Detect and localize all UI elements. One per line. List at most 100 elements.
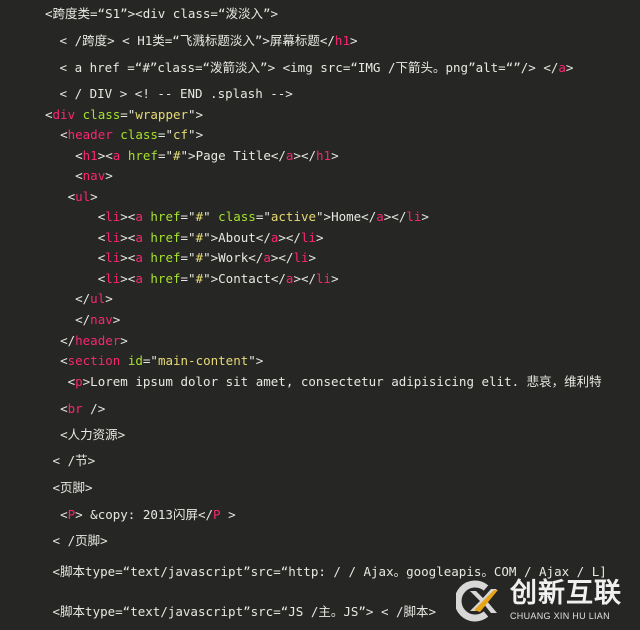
code-line: <p>Lorem ipsum dolor sit amet, consectet… (45, 374, 602, 390)
code-line: <nav> (45, 168, 113, 184)
code-token-txt: < (60, 401, 68, 416)
code-token-attr: href (150, 230, 181, 245)
code-line: <li><a href="#">Work</a></li> (45, 250, 316, 266)
code-token-txt: " (203, 209, 219, 224)
code-line: < / DIV > <! -- END .splash --> (52, 86, 293, 102)
code-token-tag: ul (90, 291, 106, 306)
code-token-tag: a (558, 60, 566, 75)
code-token-tag: div (52, 107, 76, 122)
code-token-tag: a (135, 209, 143, 224)
code-token-txt: </ (75, 312, 91, 327)
code-line: <section id="main-content"> (45, 353, 263, 369)
code-token-txt: ></ (383, 209, 407, 224)
code-token-txt: > (112, 312, 121, 327)
code-token-txt: >< (120, 209, 136, 224)
code-token-txt: /> (82, 401, 106, 416)
code-token-txt: > (331, 271, 339, 286)
code-line: <ul> (45, 189, 98, 205)
code-token-txt: =" (157, 148, 173, 163)
code-token-txt: "> (248, 353, 264, 368)
code-token-txt: <跨度类=“S1”><div class=“泼淡入”> (45, 6, 279, 21)
code-line: <br /> (45, 401, 105, 417)
code-token-txt: </ (75, 291, 91, 306)
code-token-str: # (173, 148, 181, 163)
code-token-tag: li (105, 230, 121, 245)
code-line: <li><a href="#">Contact</a></li> (45, 271, 339, 287)
code-token-txt: >< (120, 250, 136, 265)
code-token-txt: < / DIV > <! -- END .splash --> (59, 86, 293, 101)
code-token-txt: > (308, 250, 317, 265)
code-token-txt: < /页脚> (52, 533, 108, 548)
code-token-txt: < (67, 189, 76, 204)
code-token-txt: <脚本type=“text/javascript”src=“JS /主。JS”>… (52, 604, 437, 619)
code-token-txt: < (60, 127, 68, 142)
code-token-txt: "> (188, 127, 204, 142)
code-token-txt: =" (180, 250, 196, 265)
code-token-txt: > &copy: 2013闪屏</ (75, 507, 214, 522)
code-token-tag: li (300, 230, 317, 245)
code-token-attr: href (127, 148, 158, 163)
code-token-tag: li (105, 271, 121, 286)
code-token-tag: header (67, 127, 113, 142)
code-line: <li><a href="#">About</a></li> (45, 230, 324, 246)
code-token-txt: > (349, 33, 358, 48)
code-token-txt: =" (180, 209, 196, 224)
code-token-tag: br (67, 401, 83, 416)
code-token-txt: < a href =“#”class=“泼箭淡入”> <img src=“IMG… (59, 60, 559, 75)
code-token-attr: class (82, 107, 121, 122)
code-line: </header> (45, 333, 128, 349)
code-token-attr: class (120, 127, 158, 142)
code-token-tag: section (67, 353, 121, 368)
code-token-tag: nav (82, 168, 106, 183)
code-token-txt: ">Home</ (316, 209, 377, 224)
code-token-txt: > (105, 291, 113, 306)
code-token-txt: ">About</ (203, 230, 271, 245)
code-token-str: active (270, 209, 317, 224)
code-token-txt: ></ (293, 271, 317, 286)
code-token-txt: ">Work</ (203, 250, 264, 265)
code-token-txt: > (105, 168, 113, 183)
code-token-txt: < (75, 148, 83, 163)
cx-logo-icon (456, 580, 498, 622)
code-token-tag: li (316, 271, 332, 286)
code-token-txt: </ (60, 333, 76, 348)
code-token-txt: >< (120, 230, 136, 245)
code-token-txt: =" (180, 271, 196, 286)
code-token-txt: > (120, 333, 128, 348)
code-token-txt: <人力资源> (60, 427, 126, 442)
watermark-title-en: CHUANG XIN HU LIAN (510, 611, 610, 621)
code-token-tag: P (213, 507, 221, 522)
code-line: < a href =“#”class=“泼箭淡入”> <img src=“IMG… (52, 60, 574, 76)
code-token-tag: h1 (82, 148, 98, 163)
watermark-title-cn: 创新互联 (510, 578, 622, 609)
code-token-tag: P (67, 507, 76, 522)
code-token-txt: >< (120, 271, 136, 286)
code-line: <跨度类=“S1”><div class=“泼淡入”> (45, 6, 278, 22)
code-token-txt: > (421, 209, 429, 224)
code-token-txt: < (60, 507, 68, 522)
code-line: <页脚> (45, 480, 93, 496)
code-token-tag: a (135, 230, 143, 245)
code-token-txt: > (565, 60, 574, 75)
code-token-txt: < /节> (52, 453, 96, 468)
code-token-txt: ">Contact</ (203, 271, 286, 286)
code-line: <脚本type=“text/javascript”src=“JS /主。JS”>… (45, 604, 437, 620)
code-token-txt: "> (188, 107, 204, 122)
code-line: <h1><a href="#">Page Title</a></h1> (45, 148, 338, 164)
code-token-txt: ></ (293, 148, 316, 163)
code-token-txt: =" (157, 127, 173, 142)
